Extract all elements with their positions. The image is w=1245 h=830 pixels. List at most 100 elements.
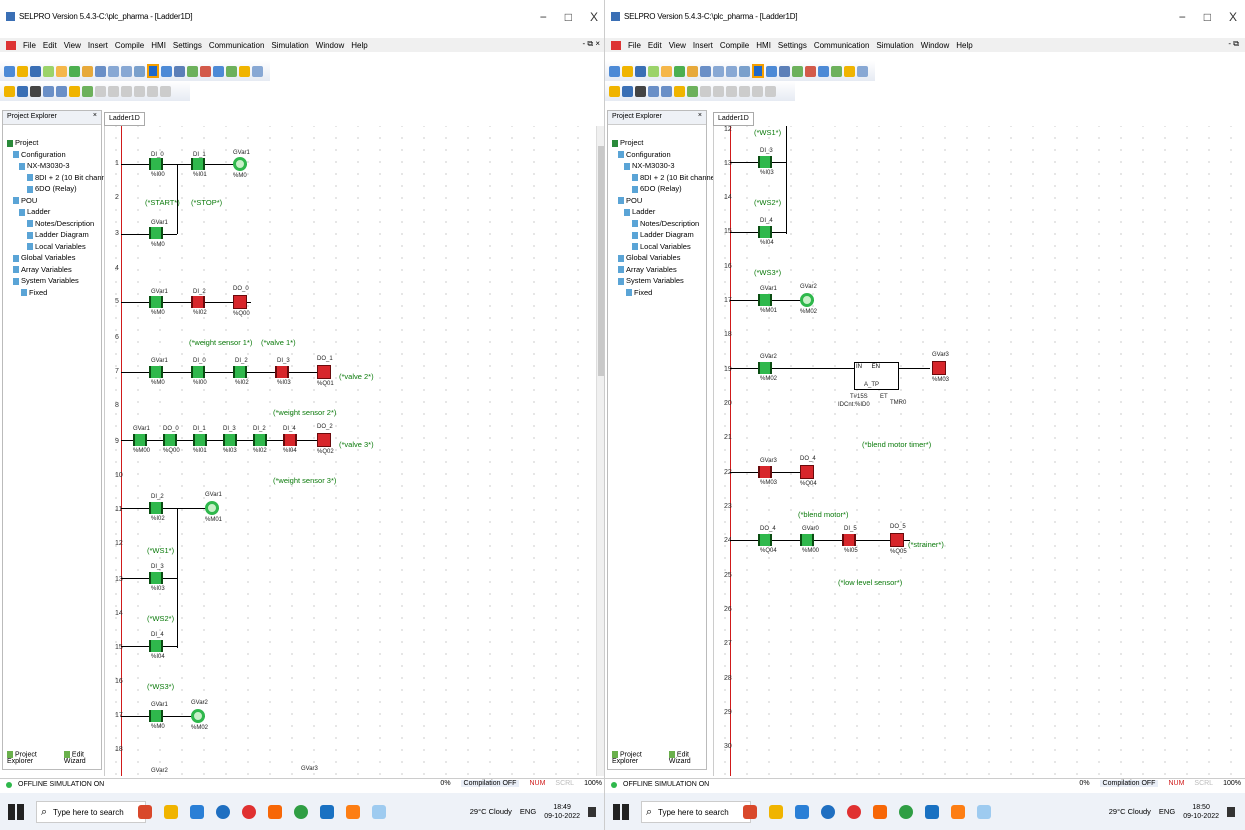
minimize-button[interactable]: − bbox=[1179, 10, 1186, 24]
tree-item[interactable]: 6DO (Relay) bbox=[640, 184, 682, 193]
settings-icon[interactable] bbox=[844, 65, 855, 77]
stop-icon[interactable] bbox=[200, 65, 211, 77]
chrome-icon[interactable] bbox=[899, 804, 913, 819]
mail-icon[interactable] bbox=[320, 804, 334, 819]
edge-icon[interactable] bbox=[821, 804, 835, 819]
taskbar-search[interactable]: Type here to search bbox=[641, 800, 751, 823]
contact-no-icon[interactable] bbox=[95, 85, 106, 97]
menu-compile[interactable]: Compile bbox=[720, 41, 749, 50]
selpro-app-icon[interactable] bbox=[372, 804, 386, 819]
mdi-controls[interactable]: - ⧉ bbox=[1228, 39, 1239, 49]
contact-di0[interactable] bbox=[191, 366, 205, 378]
tree-item[interactable]: Array Variables bbox=[626, 265, 677, 274]
find-icon[interactable] bbox=[739, 65, 750, 77]
selpro-app-icon[interactable] bbox=[977, 804, 991, 819]
tab-project-explorer[interactable]: Project Explorer bbox=[612, 751, 661, 765]
windows-start-icon[interactable] bbox=[8, 803, 24, 820]
zoom-out-icon[interactable] bbox=[726, 65, 737, 77]
zoom-in-icon[interactable] bbox=[713, 65, 724, 77]
store-icon[interactable] bbox=[795, 804, 809, 819]
paste-icon[interactable] bbox=[69, 65, 80, 77]
coil-set-icon[interactable] bbox=[134, 85, 145, 97]
column-icon[interactable] bbox=[43, 85, 54, 97]
open-icon[interactable] bbox=[622, 65, 633, 77]
menu-help[interactable]: Help bbox=[351, 41, 367, 50]
tree-item[interactable]: Ladder bbox=[27, 207, 50, 216]
language[interactable]: ENG bbox=[520, 807, 536, 816]
stop-icon[interactable] bbox=[805, 65, 816, 77]
weather[interactable]: 29°C Cloudy bbox=[470, 807, 512, 816]
tree-item[interactable]: NX-M3030-3 bbox=[632, 161, 675, 170]
coil-reset-icon[interactable] bbox=[147, 85, 158, 97]
comment-icon[interactable] bbox=[674, 85, 685, 97]
rung-icon[interactable] bbox=[661, 85, 672, 97]
undo-icon[interactable] bbox=[82, 65, 93, 77]
notification-icon[interactable] bbox=[1227, 806, 1235, 817]
menu-view[interactable]: View bbox=[669, 41, 686, 50]
cut-icon[interactable] bbox=[43, 65, 54, 77]
contact-di3[interactable] bbox=[149, 572, 163, 584]
tree-item[interactable]: Configuration bbox=[626, 150, 671, 159]
contact-gvar1[interactable] bbox=[149, 296, 163, 308]
maximize-button[interactable]: □ bbox=[1204, 10, 1211, 24]
contact-gvar1[interactable] bbox=[133, 434, 147, 446]
tree-item[interactable]: 6DO (Relay) bbox=[35, 184, 77, 193]
select-icon[interactable] bbox=[4, 85, 15, 97]
menu-file[interactable]: File bbox=[628, 41, 641, 50]
menu-compile[interactable]: Compile bbox=[115, 41, 144, 50]
coil-do5[interactable] bbox=[890, 533, 904, 547]
contact-gvar1[interactable] bbox=[758, 294, 772, 306]
contact-gvar3[interactable] bbox=[758, 466, 772, 478]
coil-set-icon[interactable] bbox=[739, 85, 750, 97]
coil-icon[interactable] bbox=[121, 85, 132, 97]
coil-reset-icon[interactable] bbox=[752, 85, 763, 97]
menu-window[interactable]: Window bbox=[316, 41, 344, 50]
vertical-scrollbar[interactable] bbox=[596, 126, 604, 776]
highlight-icon[interactable] bbox=[147, 64, 159, 78]
simulate-icon[interactable] bbox=[226, 65, 237, 77]
file-explorer-icon[interactable] bbox=[769, 804, 783, 819]
copy-icon[interactable] bbox=[56, 65, 67, 77]
menu-settings[interactable]: Settings bbox=[173, 41, 202, 50]
menu-communication[interactable]: Communication bbox=[814, 41, 870, 50]
menu-window[interactable]: Window bbox=[921, 41, 949, 50]
contact-di1[interactable] bbox=[193, 434, 207, 446]
function-icon[interactable] bbox=[160, 85, 171, 97]
tree-item[interactable]: Project bbox=[15, 138, 38, 147]
language[interactable]: ENG bbox=[1159, 807, 1175, 816]
document-tab[interactable]: Ladder1D bbox=[104, 112, 145, 126]
octopus-app-icon[interactable] bbox=[138, 804, 152, 819]
contact-gvar1[interactable] bbox=[149, 227, 163, 239]
coil-gvar1[interactable] bbox=[233, 157, 247, 171]
tree-item[interactable]: NX-M3030-3 bbox=[27, 161, 70, 170]
compile-icon[interactable] bbox=[766, 65, 777, 77]
file-explorer-icon[interactable] bbox=[164, 804, 178, 819]
opera-icon[interactable] bbox=[847, 804, 861, 819]
coil-do1[interactable] bbox=[317, 365, 331, 379]
weather[interactable]: 29°C Cloudy bbox=[1109, 807, 1151, 816]
contact-gvar0[interactable] bbox=[800, 534, 814, 546]
menu-edit[interactable]: Edit bbox=[648, 41, 662, 50]
save-icon[interactable] bbox=[635, 65, 646, 77]
maximize-button[interactable]: □ bbox=[565, 10, 572, 24]
branch-icon[interactable] bbox=[687, 85, 698, 97]
contact-do4[interactable] bbox=[758, 534, 772, 546]
coil-do4[interactable] bbox=[800, 465, 814, 479]
tree-item[interactable]: Global Variables bbox=[21, 253, 75, 262]
chrome-icon[interactable] bbox=[294, 804, 308, 819]
coil-gvar2[interactable] bbox=[800, 293, 814, 307]
coil-icon[interactable] bbox=[726, 85, 737, 97]
contact-di4[interactable] bbox=[758, 226, 772, 238]
zoom-in-icon[interactable] bbox=[108, 65, 119, 77]
tree-item[interactable]: Fixed bbox=[634, 288, 652, 297]
tab-edit-wizard[interactable]: Edit Wizard bbox=[669, 751, 706, 765]
tree-item[interactable]: 8DI + 2 (10 Bit channel) bbox=[35, 173, 114, 182]
store-icon[interactable] bbox=[190, 804, 204, 819]
octopus-app-icon[interactable] bbox=[743, 804, 757, 819]
coil-gvar2[interactable] bbox=[191, 709, 205, 723]
tree-item[interactable]: Global Variables bbox=[626, 253, 680, 262]
contact-di2[interactable] bbox=[149, 502, 163, 514]
tree-item[interactable]: Local Variables bbox=[640, 242, 691, 251]
contact-di3[interactable] bbox=[758, 156, 772, 168]
open-icon[interactable] bbox=[17, 65, 28, 77]
